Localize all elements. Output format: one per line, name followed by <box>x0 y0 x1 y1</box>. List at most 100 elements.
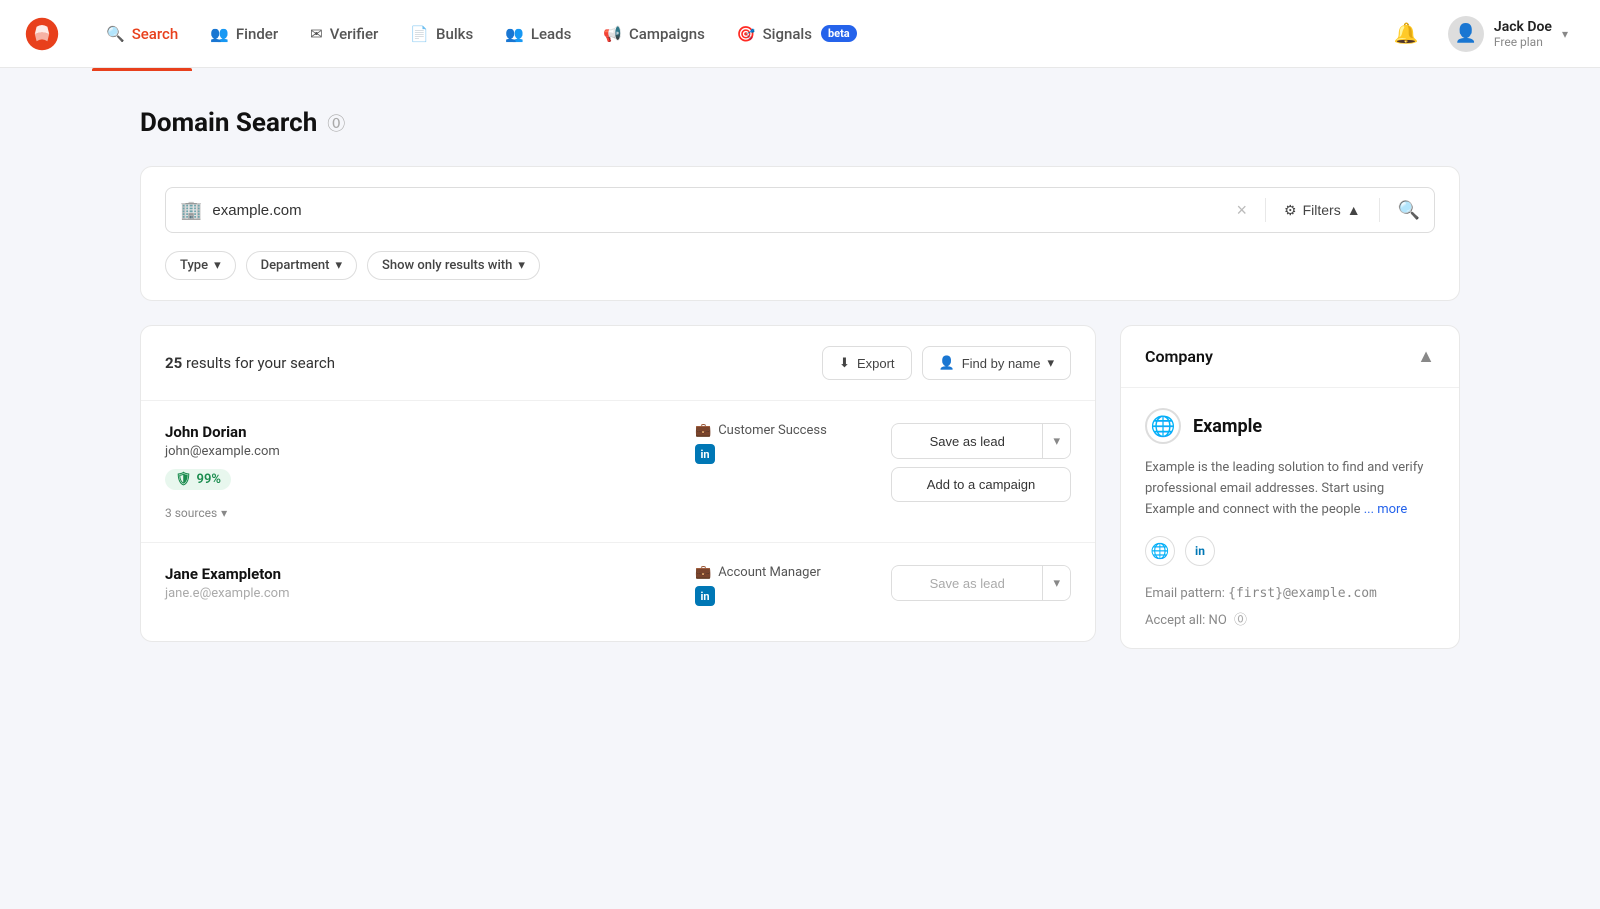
save-as-lead-button[interactable]: Save as lead <box>892 425 1042 458</box>
find-by-name-person-icon: 👤 <box>939 355 955 371</box>
export-button[interactable]: ⬇ Export <box>822 346 911 380</box>
save-as-lead-button[interactable]: Save as lead <box>892 567 1042 600</box>
user-name: Jack Doe <box>1494 19 1552 35</box>
bulks-nav-icon: 📄 <box>410 25 429 43</box>
type-chevron-icon: ▾ <box>214 258 221 273</box>
company-card: Company ▲ 🌐 Example Example is the leadi… <box>1120 325 1460 649</box>
accept-all-row: Accept all: NO ⓪ <box>1145 609 1435 628</box>
nav-item-signals[interactable]: 🎯 Signals beta <box>723 17 871 51</box>
company-section-title: Company <box>1145 347 1213 366</box>
filter-row: Type ▾ Department ▾ Show only results wi… <box>165 251 1435 280</box>
user-menu[interactable]: 👤 Jack Doe Free plan ▾ <box>1440 12 1576 56</box>
type-filter-label: Type <box>180 258 208 273</box>
notification-button[interactable]: 🔔 <box>1388 16 1424 52</box>
clear-search-button[interactable]: × <box>1237 200 1248 221</box>
dept-label: Account Manager <box>718 565 821 580</box>
main-content: Domain Search ⓪ 🏢 × ⚙ Filters ▲ 🔍 Type <box>100 68 1500 649</box>
add-to-campaign-button[interactable]: Add to a campaign <box>891 467 1071 502</box>
result-row: John Dorian john@example.com 🛡 99% 3 sou… <box>141 401 1095 543</box>
nav-item-verifier[interactable]: ✉ Verifier <box>296 17 392 51</box>
nav-leads-label: Leads <box>531 25 571 43</box>
domain-icon: 🏢 <box>180 200 202 221</box>
export-label: Export <box>857 356 895 371</box>
find-by-name-chevron-icon: ▾ <box>1047 355 1054 371</box>
company-details: Email pattern: {first}@example.com Accep… <box>1145 586 1435 628</box>
avatar: 👤 <box>1448 16 1484 52</box>
nav-item-finder[interactable]: 👥 Finder <box>196 17 292 51</box>
briefcase-icon: 💼 <box>695 423 711 438</box>
company-more-link[interactable]: ... more <box>1364 502 1408 517</box>
divider <box>1265 198 1266 222</box>
nav-verifier-label: Verifier <box>330 25 379 43</box>
filters-button[interactable]: ⚙ Filters ▲ <box>1284 202 1361 219</box>
score-value: 99% <box>197 472 221 487</box>
results-card: 25 results for your search ⬇ Export 👤 Fi… <box>140 325 1096 642</box>
nav-campaigns-label: Campaigns <box>629 25 705 43</box>
nav-item-bulks[interactable]: 📄 Bulks <box>396 17 487 51</box>
nav-bulks-label: Bulks <box>436 25 473 43</box>
accept-all-help-icon[interactable]: ⓪ <box>1234 613 1247 628</box>
save-as-lead-button-group: Save as lead ▾ <box>891 423 1071 459</box>
user-plan: Free plan <box>1494 35 1552 49</box>
results-header: 25 results for your search ⬇ Export 👤 Fi… <box>141 326 1095 401</box>
linkedin-icon[interactable]: in <box>695 586 715 606</box>
company-linkedin-icon[interactable]: in <box>1185 536 1215 566</box>
nav-item-search[interactable]: 🔍 Search <box>92 17 192 51</box>
accept-all-value: NO <box>1209 613 1227 628</box>
collapse-company-button[interactable]: ▲ <box>1417 346 1435 367</box>
company-globe-icon: 🌐 <box>1145 408 1181 444</box>
logo[interactable] <box>24 16 60 52</box>
signals-nav-icon: 🎯 <box>737 25 756 43</box>
shield-icon: 🛡 <box>175 472 192 487</box>
result-actions: Save as lead ▾ Add to a campaign <box>891 423 1071 502</box>
find-by-name-label: Find by name <box>962 356 1041 371</box>
save-as-lead-chevron-button[interactable]: ▾ <box>1042 424 1070 458</box>
email-pattern-label: Email pattern: <box>1145 586 1225 601</box>
count-number: 25 <box>165 354 182 372</box>
avatar-icon: 👤 <box>1455 23 1477 44</box>
top-navigation: 🔍 Search 👥 Finder ✉ Verifier 📄 Bulks 👥 L… <box>0 0 1600 68</box>
department-filter[interactable]: Department ▾ <box>246 251 357 280</box>
person-name: John Dorian <box>165 423 679 441</box>
company-description: Example is the leading solution to find … <box>1145 458 1435 520</box>
verifier-nav-icon: ✉ <box>310 25 323 43</box>
sources-link[interactable]: 3 sources ▾ <box>165 506 679 520</box>
nav-signals-label: Signals <box>763 25 812 43</box>
email-pattern-value: {first}@example.com <box>1228 586 1377 601</box>
department-filter-label: Department <box>261 258 330 273</box>
user-info: Jack Doe Free plan <box>1494 19 1552 49</box>
accept-all-label: Accept all: <box>1145 613 1205 628</box>
person-details: John Dorian john@example.com 🛡 99% 3 sou… <box>165 423 679 520</box>
search-nav-icon: 🔍 <box>106 25 125 43</box>
search-execute-button[interactable]: 🔍 <box>1398 200 1420 221</box>
campaigns-nav-icon: 📢 <box>603 25 622 43</box>
finder-nav-icon: 👥 <box>210 25 229 43</box>
filters-chevron-icon: ▲ <box>1347 202 1361 218</box>
company-body: 🌐 Example Example is the leading solutio… <box>1121 388 1459 648</box>
show-only-filter-label: Show only results with <box>382 258 512 273</box>
show-only-filter[interactable]: Show only results with ▾ <box>367 251 540 280</box>
linkedin-icon[interactable]: in <box>695 444 715 464</box>
company-card-header: Company ▲ <box>1121 326 1459 388</box>
page-title-row: Domain Search ⓪ <box>140 108 1460 138</box>
search-card: 🏢 × ⚙ Filters ▲ 🔍 Type ▾ Department <box>140 166 1460 301</box>
nav-items: 🔍 Search 👥 Finder ✉ Verifier 📄 Bulks 👥 L… <box>92 17 1388 51</box>
department-name: 💼 Customer Success <box>695 423 875 438</box>
nav-right: 🔔 👤 Jack Doe Free plan ▾ <box>1388 12 1576 56</box>
leads-nav-icon: 👥 <box>505 25 524 43</box>
company-website-icon[interactable]: 🌐 <box>1145 536 1175 566</box>
result-row: Jane Exampleton jane.e@example.com 💼 Acc… <box>141 543 1095 633</box>
nav-search-label: Search <box>132 25 179 43</box>
divider2 <box>1379 198 1380 222</box>
nav-item-leads[interactable]: 👥 Leads <box>491 17 585 51</box>
save-as-lead-chevron-button[interactable]: ▾ <box>1042 566 1070 600</box>
nav-item-campaigns[interactable]: 📢 Campaigns <box>589 17 719 51</box>
domain-search-input[interactable] <box>212 202 1226 219</box>
results-count: 25 results for your search <box>165 354 335 372</box>
company-social: 🌐 in <box>1145 536 1435 566</box>
type-filter[interactable]: Type ▾ <box>165 251 236 280</box>
filters-label: Filters <box>1303 202 1341 218</box>
help-icon[interactable]: ⓪ <box>327 110 345 136</box>
find-by-name-button[interactable]: 👤 Find by name ▾ <box>922 346 1071 380</box>
bell-icon: 🔔 <box>1393 21 1418 46</box>
